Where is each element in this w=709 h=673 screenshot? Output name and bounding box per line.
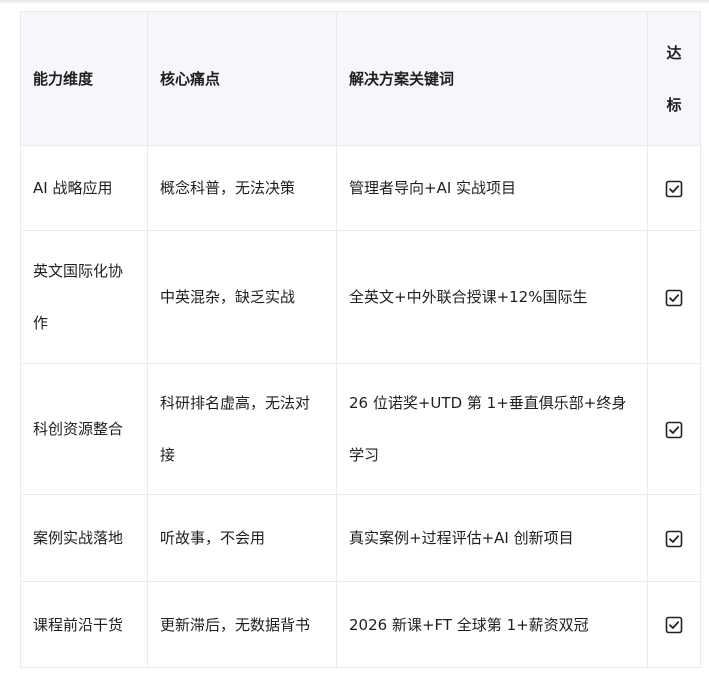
header-dimension: 能力维度 — [20, 11, 148, 146]
cell-pain-point: 概念科普，无法决策 — [147, 145, 337, 231]
header-status-label: 达标 — [666, 43, 682, 114]
cell-keywords: 2026 新课+FT 全球第 1+薪资双冠 — [336, 581, 648, 668]
table-row: 案例实战落地 听故事，不会用 真实案例+过程评估+AI 创新项目 — [20, 494, 701, 582]
table-row: AI 战略应用 概念科普，无法决策 管理者导向+AI 实战项目 — [20, 145, 701, 231]
capability-table: 能力维度 核心痛点 解决方案关键词 达标 AI 战略应用 概念科普，无法决策 管… — [20, 11, 701, 668]
cell-keywords: 管理者导向+AI 实战项目 — [336, 145, 648, 231]
cell-keywords: 真实案例+过程评估+AI 创新项目 — [336, 494, 648, 582]
cell-dimension: 英文国际化协作 — [20, 230, 148, 364]
table-row: 课程前沿干货 更新滞后，无数据背书 2026 新课+FT 全球第 1+薪资双冠 — [20, 581, 701, 668]
cell-dimension: 课程前沿干货 — [20, 581, 148, 668]
cell-status — [647, 363, 701, 495]
header-status: 达标 — [647, 11, 701, 146]
cell-dimension: 科创资源整合 — [20, 363, 148, 495]
cell-status — [647, 145, 701, 231]
cell-keywords: 全英文+中外联合授课+12%国际生 — [336, 230, 648, 364]
checkbox-checked-icon — [665, 289, 683, 306]
cell-status — [647, 230, 701, 364]
cell-pain-point: 听故事，不会用 — [147, 494, 337, 582]
checkbox-checked-icon — [665, 421, 683, 438]
header-keywords: 解决方案关键词 — [336, 11, 648, 146]
table-row: 英文国际化协作 中英混杂，缺乏实战 全英文+中外联合授课+12%国际生 — [20, 230, 701, 364]
top-divider — [0, 0, 709, 3]
cell-status — [647, 581, 701, 668]
cell-dimension: 案例实战落地 — [20, 494, 148, 582]
header-pain-point: 核心痛点 — [147, 11, 337, 146]
checkbox-checked-icon — [665, 180, 683, 197]
cell-pain-point: 更新滞后，无数据背书 — [147, 581, 337, 668]
cell-keywords: 26 位诺奖+UTD 第 1+垂直俱乐部+终身学习 — [336, 363, 648, 495]
cell-pain-point: 科研排名虚高，无法对接 — [147, 363, 337, 495]
table-row: 科创资源整合 科研排名虚高，无法对接 26 位诺奖+UTD 第 1+垂直俱乐部+… — [20, 363, 701, 495]
cell-dimension: AI 战略应用 — [20, 145, 148, 231]
cell-pain-point: 中英混杂，缺乏实战 — [147, 230, 337, 364]
table-header-row: 能力维度 核心痛点 解决方案关键词 达标 — [20, 11, 701, 146]
checkbox-checked-icon — [665, 530, 683, 547]
cell-status — [647, 494, 701, 582]
checkbox-checked-icon — [665, 616, 683, 634]
